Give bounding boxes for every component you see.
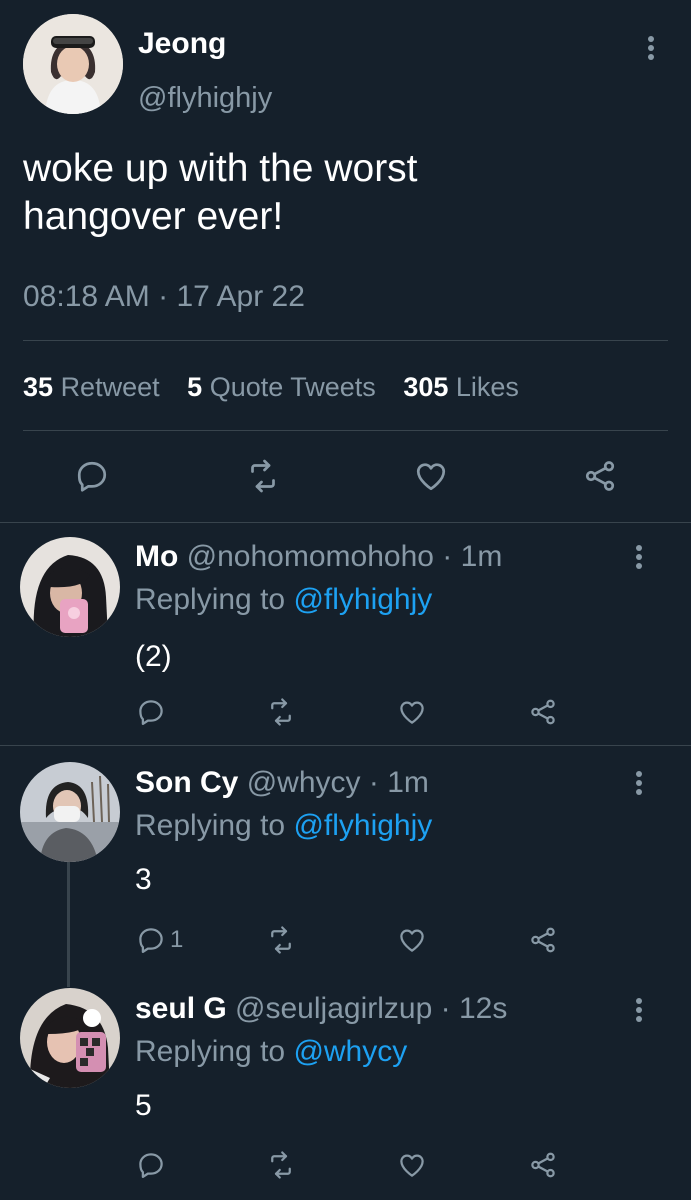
- likes-stat[interactable]: 305 Likes: [403, 372, 519, 402]
- thread-line: [67, 862, 70, 987]
- tweet-text: woke up with the worst hangover ever!: [23, 147, 418, 238]
- retweet-icon: [251, 459, 275, 493]
- reply-text: (2): [135, 640, 172, 673]
- quotes-count: 5: [187, 372, 203, 402]
- share-icon: [531, 699, 555, 725]
- reply-separator: ·: [442, 540, 453, 573]
- tweet-timestamp[interactable]: 08:18 AM · 17 Apr 22: [23, 278, 305, 316]
- avatar[interactable]: [20, 537, 120, 637]
- reply-button[interactable]: [74, 458, 110, 494]
- replying-to-line: Replying to @flyhighjy: [135, 807, 432, 845]
- share-button[interactable]: [528, 1150, 558, 1180]
- tweet-stats: 35 Retweet 5 Quote Tweets 305 Likes: [23, 369, 519, 405]
- replying-to-handle[interactable]: @flyhighjy: [293, 583, 432, 616]
- retweets-stat[interactable]: 35 Retweet: [23, 372, 167, 402]
- author-handle[interactable]: @flyhighjy: [138, 80, 272, 116]
- avatar[interactable]: [23, 14, 123, 114]
- share-button[interactable]: [582, 458, 618, 494]
- quotes-stat[interactable]: 5 Quote Tweets: [187, 372, 383, 402]
- reply-header: seul G @seuljagirlzup · 12s: [135, 990, 507, 1028]
- author-name[interactable]: Jeong: [138, 26, 226, 62]
- share-icon: [531, 1152, 555, 1178]
- reply-separator: ·: [368, 766, 379, 799]
- reply-time[interactable]: 1m: [461, 540, 503, 573]
- replying-to-label: Replying to: [135, 809, 286, 842]
- retweet-icon: [271, 1151, 291, 1179]
- replying-to-handle[interactable]: @whycy: [293, 1035, 407, 1068]
- like-button[interactable]: [397, 925, 427, 955]
- reply-author-name[interactable]: Son Cy: [135, 766, 238, 799]
- replying-to-label: Replying to: [135, 583, 286, 616]
- more-vertical-icon: [648, 36, 654, 60]
- replying-to-handle[interactable]: @flyhighjy: [293, 809, 432, 842]
- share-icon: [585, 461, 615, 491]
- reply-header: Son Cy @whycy · 1m: [135, 764, 429, 802]
- reply-separator: ·: [440, 992, 451, 1025]
- reply-author-handle[interactable]: @whycy: [247, 766, 361, 799]
- reply-icon: [77, 461, 107, 492]
- retweet-button[interactable]: [266, 925, 296, 955]
- tweet-time: 08:18 AM: [23, 280, 150, 313]
- reply-icon: [139, 928, 163, 953]
- reply-icon: [139, 1153, 163, 1178]
- more-options-button[interactable]: [627, 767, 651, 799]
- like-button[interactable]: [413, 458, 449, 494]
- retweet-button[interactable]: [266, 697, 296, 727]
- divider: [0, 745, 691, 746]
- retweet-icon: [271, 698, 291, 726]
- replying-to-line: Replying to @flyhighjy: [135, 581, 432, 619]
- avatar[interactable]: [20, 762, 120, 862]
- avatar[interactable]: [20, 988, 120, 1088]
- reply-author-name[interactable]: Mo: [135, 540, 178, 573]
- like-button[interactable]: [397, 697, 427, 727]
- more-vertical-icon: [636, 998, 642, 1022]
- reply-author-handle[interactable]: @nohomomohoho: [187, 540, 434, 573]
- retweets-label: Retweet: [60, 372, 160, 402]
- heart-icon: [400, 1154, 424, 1177]
- divider: [23, 340, 668, 341]
- reply-author-handle[interactable]: @seuljagirlzup: [235, 992, 432, 1025]
- quotes-label: Quote Tweets: [209, 372, 376, 402]
- heart-icon: [400, 701, 424, 724]
- more-vertical-icon: [636, 545, 642, 569]
- reply-icon: [139, 700, 163, 725]
- reply-count: 1: [170, 926, 184, 953]
- heart-icon: [400, 929, 424, 952]
- heart-icon: [416, 463, 446, 491]
- share-button[interactable]: [528, 925, 558, 955]
- share-button[interactable]: [528, 697, 558, 727]
- like-button[interactable]: [397, 1150, 427, 1180]
- reply-button[interactable]: [136, 1150, 170, 1180]
- timestamp-separator: ·: [158, 280, 169, 313]
- reply-button[interactable]: [136, 697, 170, 727]
- more-options-button[interactable]: [627, 541, 651, 573]
- more-options-button[interactable]: [627, 994, 651, 1026]
- reply-text: 5: [135, 1089, 152, 1122]
- replying-to-line: Replying to @whycy: [135, 1033, 407, 1071]
- likes-label: Likes: [455, 372, 519, 402]
- reply-button[interactable]: 1: [136, 925, 183, 955]
- replying-to-label: Replying to: [135, 1035, 286, 1068]
- more-vertical-icon: [636, 771, 642, 795]
- reply-time[interactable]: 1m: [387, 766, 429, 799]
- retweet-button[interactable]: [266, 1150, 296, 1180]
- retweet-button[interactable]: [245, 458, 281, 494]
- share-icon: [531, 927, 555, 953]
- reply-text: 3: [135, 863, 152, 896]
- likes-count: 305: [403, 372, 449, 402]
- retweets-count: 35: [23, 372, 54, 402]
- tweet-date: 17 Apr 22: [176, 280, 305, 313]
- divider: [23, 430, 668, 431]
- divider: [0, 522, 691, 523]
- more-options-button[interactable]: [639, 32, 663, 64]
- reply-time[interactable]: 12s: [459, 992, 507, 1025]
- reply-header: Mo @nohomomohoho · 1m: [135, 538, 502, 576]
- retweet-icon: [271, 926, 291, 954]
- reply-author-name[interactable]: seul G: [135, 992, 227, 1025]
